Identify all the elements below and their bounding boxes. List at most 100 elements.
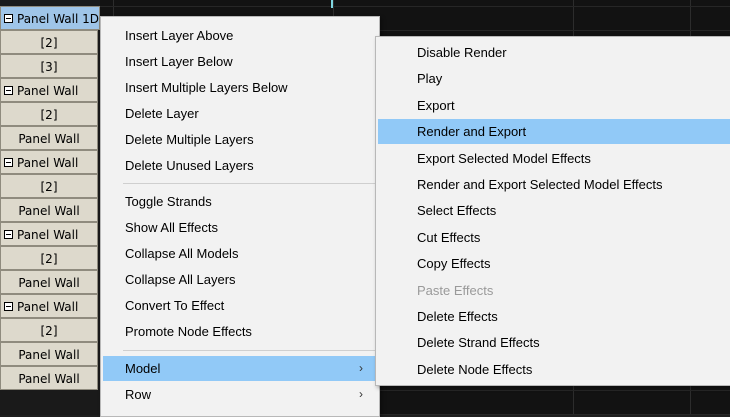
row-label: Panel Wall [18, 372, 80, 386]
menu-item-label: Insert Layer Above [125, 28, 234, 43]
menu-item-insert-layer-above[interactable]: Insert Layer Above [103, 23, 377, 48]
menu-item-label: Collapse All Models [125, 246, 239, 261]
menu-item-export[interactable]: Export [378, 93, 730, 118]
row-label: [2] [40, 180, 58, 194]
menu-item-label: Delete Layer [125, 106, 199, 121]
menu-item-label: Delete Strand Effects [417, 335, 540, 351]
layer-row[interactable]: [2] [0, 102, 98, 126]
row-label: [2] [40, 252, 58, 266]
menu-item-label: Delete Unused Layers [125, 158, 254, 173]
menu-item-label: Model [125, 361, 161, 376]
model-submenu: Disable Render Play Export Render and Expor… [375, 36, 730, 386]
menu-item-row[interactable]: Row › [103, 382, 377, 407]
layer-row[interactable]: Panel Wall [0, 342, 98, 366]
model-row[interactable]: Panel Wall [0, 150, 98, 174]
menu-item-delete-multiple-layers[interactable]: Delete Multiple Layers [103, 127, 377, 152]
menu-item-label: Insert Multiple Layers Below [125, 80, 288, 95]
row-label: Panel Wall [18, 204, 80, 218]
menu-item-delete-layer[interactable]: Delete Layer [103, 101, 377, 126]
layer-row[interactable]: Panel Wall [0, 198, 98, 222]
menu-item-label: Disable Render [417, 45, 507, 60]
layer-row[interactable]: Panel Wall [0, 270, 98, 294]
menu-item-label: Collapse All Layers [125, 272, 236, 287]
row-label: Panel Wall [17, 228, 79, 242]
menu-item-delete-strand-effects[interactable]: Delete Strand Effects [378, 330, 730, 355]
row-label: Panel Wall [18, 276, 80, 290]
menu-separator [123, 183, 375, 184]
menu-item-insert-layer-below[interactable]: Insert Layer Below [103, 49, 377, 74]
menu-item-label: Export [417, 97, 455, 113]
menu-item-label: Delete Effects [417, 309, 498, 324]
menu-item-render-and-export[interactable]: Render and Export [378, 119, 730, 145]
menu-item-label: Export Selected Model Effects [417, 150, 591, 166]
row-label: Panel Wall [17, 300, 79, 314]
menu-item-delete-node-effects[interactable]: Delete Node Effects [378, 357, 730, 382]
menu-item-show-all-effects[interactable]: Show All Effects [103, 215, 377, 240]
menu-item-render-and-export-selected-model-effects[interactable]: Render and Export Selected Model Effects [378, 172, 730, 197]
row-label: [2] [40, 324, 58, 338]
menu-item-label: Row [125, 387, 152, 402]
menu-item-toggle-strands[interactable]: Toggle Strands [103, 189, 377, 214]
menu-item-label: Render and Export [417, 124, 527, 140]
collapse-toggle-icon[interactable] [4, 230, 13, 239]
chevron-right-icon: › [359, 361, 363, 375]
menu-item-disable-render[interactable]: Disable Render [378, 40, 730, 65]
menu-item-label: Play [417, 71, 443, 87]
menu-item-label: Paste Effects [417, 282, 494, 298]
menu-item-copy-effects[interactable]: Copy Effects [378, 251, 730, 276]
menu-item-label: Convert To Effect [125, 298, 225, 313]
menu-item-paste-effects[interactable]: Paste Effects [378, 278, 730, 303]
collapse-toggle-icon[interactable] [4, 14, 13, 23]
menu-item-convert-to-effect[interactable]: Convert To Effect [103, 293, 377, 318]
row-label: [2] [40, 108, 58, 122]
menu-item-delete-effects[interactable]: Delete Effects [378, 304, 730, 329]
row-label: Panel Wall 1D [2] [17, 12, 99, 26]
layer-row[interactable]: [2] [0, 318, 98, 342]
model-row[interactable]: Panel Wall [0, 222, 98, 246]
model-row[interactable]: Panel Wall 1D [2] [0, 6, 100, 30]
layer-row[interactable]: Panel Wall [0, 126, 98, 150]
menu-item-insert-multiple-layers-below[interactable]: Insert Multiple Layers Below [103, 75, 377, 100]
menu-item-promote-node-effects[interactable]: Promote Node Effects [103, 319, 377, 344]
row-label: Panel Wall [18, 132, 80, 146]
layer-row[interactable]: [2] [0, 246, 98, 270]
layer-row[interactable]: [3] [0, 54, 98, 78]
collapse-toggle-icon[interactable] [4, 86, 13, 95]
row-label: [2] [40, 36, 58, 50]
menu-item-label: Insert Layer Below [125, 54, 233, 69]
model-layer-list: Panel Wall 1D [2] [2] [3] Panel Wall [2] Pane… [0, 0, 100, 415]
menu-item-label: Copy Effects [417, 256, 491, 272]
menu-item-play[interactable]: Play [378, 66, 730, 91]
row-label: Panel Wall [18, 348, 80, 362]
menu-item-label: Promote Node Effects [125, 324, 252, 339]
chevron-right-icon: › [359, 387, 363, 401]
menu-item-model[interactable]: Model › [103, 356, 377, 381]
layer-row[interactable]: Panel Wall [0, 366, 98, 390]
menu-item-collapse-all-models[interactable]: Collapse All Models [103, 241, 377, 266]
menu-item-label: Cut Effects [417, 229, 481, 245]
menu-item-cut-effects[interactable]: Cut Effects [378, 225, 730, 250]
menu-item-select-effects[interactable]: Select Effects [378, 198, 730, 223]
menu-item-label: Delete Multiple Layers [125, 132, 254, 147]
menu-item-label: Select Effects [417, 203, 497, 219]
row-label: [3] [40, 60, 58, 74]
menu-separator [123, 350, 375, 351]
context-menu: Insert Layer Above Insert Layer Below Inse… [100, 16, 380, 417]
row-label: Panel Wall [17, 156, 79, 170]
menu-item-label: Toggle Strands [125, 194, 212, 209]
timing-marker [331, 0, 333, 8]
menu-item-label: Delete Node Effects [417, 361, 533, 377]
menu-item-delete-unused-layers[interactable]: Delete Unused Layers [103, 153, 377, 178]
collapse-toggle-icon[interactable] [4, 158, 13, 167]
layer-row[interactable]: [2] [0, 30, 98, 54]
menu-item-export-selected-model-effects[interactable]: Export Selected Model Effects [378, 146, 730, 171]
menu-item-label: Render and Export Selected Model Effects [417, 177, 663, 192]
grid-row-line [100, 6, 730, 7]
menu-item-label: Show All Effects [125, 220, 218, 235]
model-row[interactable]: Panel Wall [0, 294, 98, 318]
model-row[interactable]: Panel Wall [0, 78, 98, 102]
row-label: Panel Wall [17, 84, 79, 98]
layer-row[interactable]: [2] [0, 174, 98, 198]
menu-item-collapse-all-layers[interactable]: Collapse All Layers [103, 267, 377, 292]
collapse-toggle-icon[interactable] [4, 302, 13, 311]
